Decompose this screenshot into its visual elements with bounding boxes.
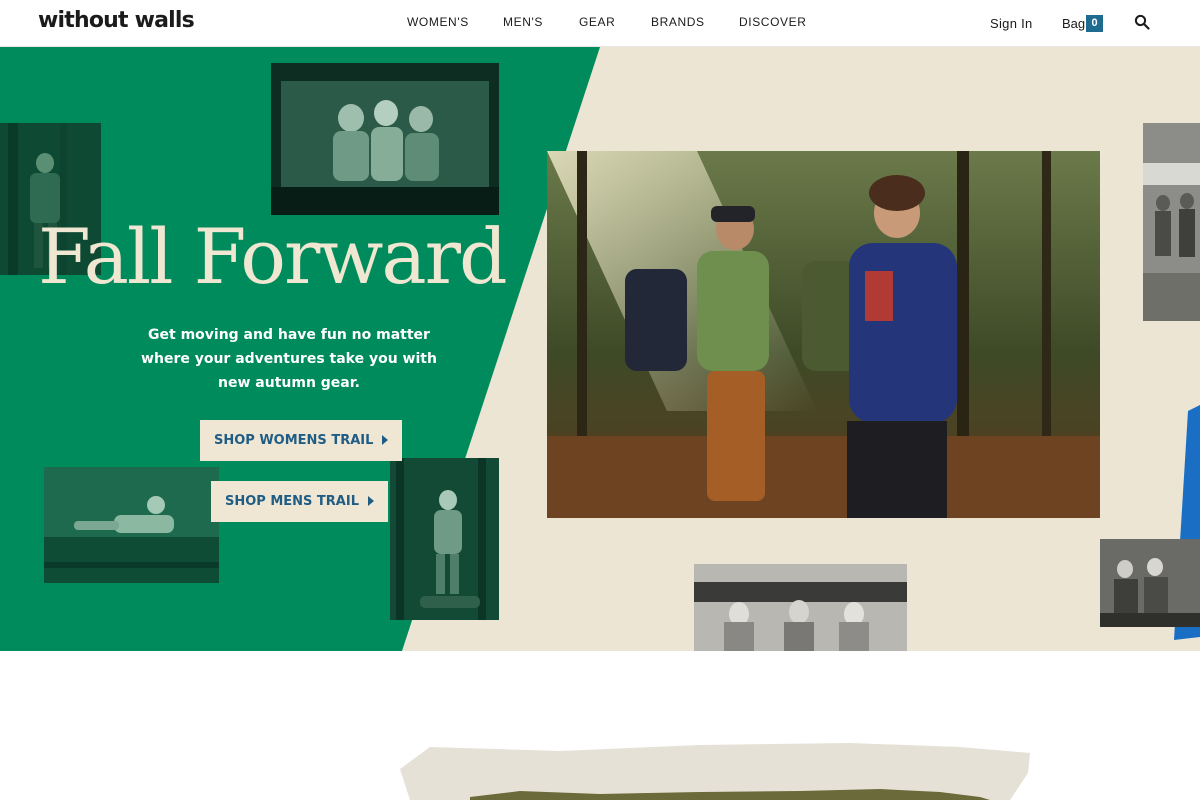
next-promo-section xyxy=(0,651,1200,800)
triangle-right-icon xyxy=(368,496,374,506)
nav-item-gear[interactable]: GEAR xyxy=(579,15,615,29)
hero-subtext: Get moving and have fun no matter where … xyxy=(141,327,437,391)
nav-item-discover[interactable]: DISCOVER xyxy=(739,15,806,29)
hero-banner: Fall Forward Get moving and have fun no … xyxy=(0,47,1200,651)
shop-mens-trail-label: SHOP MENS TRAIL xyxy=(225,494,359,509)
shop-mens-trail-button[interactable]: SHOP MENS TRAIL xyxy=(211,481,388,522)
photo-group-car xyxy=(271,63,499,215)
bag-count-badge[interactable]: 0 xyxy=(1086,15,1103,32)
photo-group-sitting xyxy=(1100,539,1200,627)
photo-person-trees xyxy=(390,458,499,620)
brand-logo[interactable]: without walls xyxy=(38,8,195,33)
photo-carrying-canoe xyxy=(694,564,907,651)
hero-headline: Fall Forward xyxy=(38,212,508,301)
triangle-right-icon xyxy=(382,435,389,445)
nav-item-mens[interactable]: MEN'S xyxy=(503,15,543,29)
nav-item-brands[interactable]: BRANDS xyxy=(651,15,705,29)
sign-in-link[interactable]: Sign In xyxy=(990,16,1033,31)
search-icon[interactable] xyxy=(1134,14,1150,30)
nav-item-womens[interactable]: WOMEN'S xyxy=(407,15,469,29)
promo-torn-paper-image xyxy=(400,743,1030,800)
shop-womens-trail-button[interactable]: SHOP WOMENS TRAIL xyxy=(200,420,403,461)
shop-womens-trail-label: SHOP WOMENS TRAIL xyxy=(214,433,374,448)
photo-group-canoe xyxy=(1143,123,1200,321)
photo-hikers-forest xyxy=(547,151,1100,518)
site-header: without walls WOMEN'S MEN'S GEAR BRANDS … xyxy=(0,0,1200,47)
bag-link[interactable]: Bag xyxy=(1062,16,1085,31)
photo-person-lounging xyxy=(44,467,219,583)
